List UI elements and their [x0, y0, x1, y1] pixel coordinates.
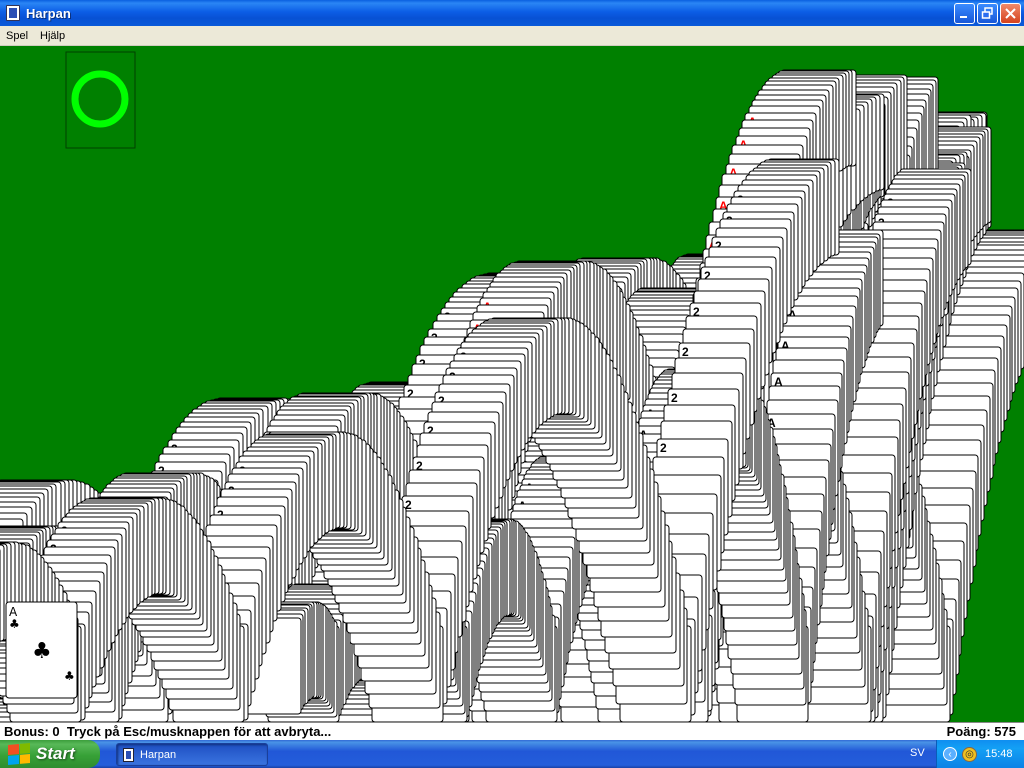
close-button[interactable]	[1000, 3, 1021, 24]
app-icon	[6, 5, 20, 21]
title-bar[interactable]: Harpan	[0, 0, 1024, 26]
restore-button[interactable]	[977, 3, 998, 24]
minimize-icon	[960, 16, 967, 18]
game-board[interactable]: AAAAAAAAAAAAAAAAAAAAAAAAAAAAAAAAAAAAAAAA…	[0, 46, 1024, 722]
minimize-button[interactable]	[954, 3, 975, 24]
bouncing-cards-animation: AAAAAAAAAAAAAAAAAAAAAAAAAAAAAAAAAAAAAAAA…	[0, 51, 1024, 722]
menu-spel[interactable]: Spel	[0, 30, 34, 42]
restore-icon	[981, 7, 993, 19]
menu-bar: Spel Hjälp	[0, 26, 1024, 46]
window-title: Harpan	[26, 6, 71, 21]
menu-hjalp[interactable]: Hjälp	[34, 30, 71, 42]
window-controls	[954, 3, 1021, 24]
close-icon	[1005, 8, 1016, 19]
